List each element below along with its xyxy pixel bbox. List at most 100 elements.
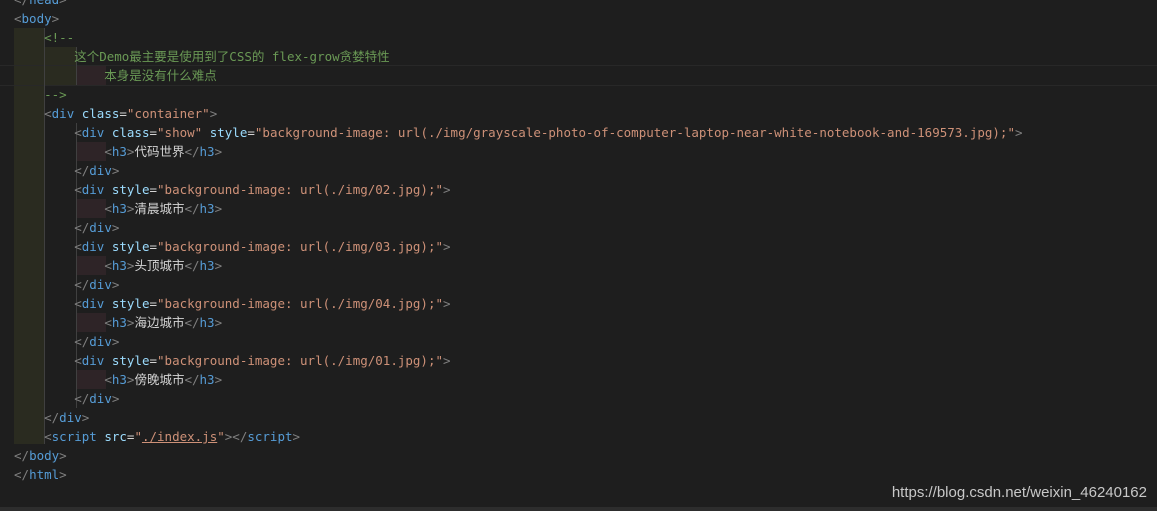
- code-line[interactable]: <div class="container">: [14, 104, 217, 123]
- code-token: h3: [111, 258, 127, 273]
- code-line[interactable]: </div>: [14, 408, 89, 427]
- code-line[interactable]: <body>: [14, 9, 59, 28]
- code-token: </: [14, 0, 29, 7]
- code-line[interactable]: </div>: [14, 389, 119, 408]
- code-token: style: [111, 353, 150, 368]
- code-token: >: [214, 144, 223, 159]
- code-token: h3: [199, 144, 215, 159]
- watermark-text: https://blog.csdn.net/weixin_46240162: [891, 484, 1147, 501]
- code-token: class: [81, 106, 120, 121]
- code-token: </: [14, 467, 30, 482]
- code-token: h3: [111, 372, 127, 387]
- code-token: <!--: [14, 30, 75, 45]
- code-token: </: [74, 163, 90, 178]
- code-token: script: [51, 429, 97, 444]
- code-token: h3: [199, 258, 215, 273]
- code-line[interactable]: <div style="background-image: url(./img/…: [14, 351, 451, 370]
- code-token: div: [81, 182, 105, 197]
- code-line[interactable]: <div style="background-image: url(./img/…: [14, 180, 451, 199]
- code-token: h3: [199, 201, 215, 216]
- code-token: <: [104, 372, 112, 387]
- code-token: </: [184, 315, 200, 330]
- code-token: <: [104, 144, 112, 159]
- code-line[interactable]: </html>: [14, 465, 67, 484]
- code-token: >: [111, 277, 120, 292]
- code-token: 傍晚城市: [134, 372, 185, 387]
- code-token: "background-image: url(./img/01.jpg);": [157, 353, 444, 368]
- code-line[interactable]: 这个Demo最主要是使用到了CSS的 flex-grow贪婪特性: [14, 47, 389, 66]
- code-token: </: [74, 334, 90, 349]
- code-token: =: [149, 239, 158, 254]
- code-token: h3: [111, 315, 127, 330]
- code-line[interactable]: </head>: [14, 0, 67, 9]
- code-token: >: [59, 448, 67, 463]
- code-line[interactable]: <div style="background-image: url(./img/…: [14, 294, 451, 313]
- code-line[interactable]: <h3>代码世界</h3>: [14, 142, 222, 161]
- code-token: </: [184, 201, 200, 216]
- code-token: "container": [126, 106, 210, 121]
- code-token: </: [74, 277, 90, 292]
- code-token: >: [214, 372, 223, 387]
- code-line[interactable]: 本身是没有什么难点: [14, 66, 217, 85]
- code-token: h3: [111, 201, 127, 216]
- code-token: <: [14, 11, 22, 26]
- code-token: </: [44, 410, 60, 425]
- code-token: >: [292, 429, 301, 444]
- code-token: </: [184, 144, 200, 159]
- code-token: >: [111, 163, 120, 178]
- code-token: >: [214, 201, 223, 216]
- code-line[interactable]: <h3>海边城市</h3>: [14, 313, 222, 332]
- code-token: h3: [111, 144, 127, 159]
- code-token: div: [89, 220, 112, 235]
- code-token: body: [21, 11, 52, 26]
- code-line[interactable]: <div class="show" style="background-imag…: [14, 123, 1023, 142]
- code-token: 本身是没有什么难点: [14, 68, 217, 83]
- code-token: =: [149, 296, 158, 311]
- code-line[interactable]: <!--: [14, 28, 74, 47]
- code-token: >: [1014, 125, 1023, 140]
- code-token: h3: [199, 372, 215, 387]
- code-line[interactable]: </div>: [14, 161, 119, 180]
- code-token: "background-image: url(./img/grayscale-p…: [254, 125, 1015, 140]
- code-line[interactable]: <h3>头顶城市</h3>: [14, 256, 222, 275]
- code-token: head: [29, 0, 59, 7]
- code-token: </: [184, 372, 200, 387]
- code-line[interactable]: </div>: [14, 275, 119, 294]
- code-token: </: [74, 391, 90, 406]
- code-line[interactable]: <h3>傍晚城市</h3>: [14, 370, 222, 389]
- code-line[interactable]: </div>: [14, 332, 119, 351]
- code-token: =: [149, 353, 158, 368]
- code-token: style: [209, 125, 248, 140]
- code-token: div: [89, 334, 112, 349]
- code-token: >: [443, 353, 451, 368]
- code-line[interactable]: -->: [14, 85, 67, 104]
- code-line[interactable]: </div>: [14, 218, 119, 237]
- code-line[interactable]: <div style="background-image: url(./img/…: [14, 237, 450, 256]
- code-token: "background-image: url(./img/03.jpg);": [157, 239, 444, 254]
- code-token: >: [443, 182, 451, 197]
- code-editor[interactable]: </head><body> <!-- 这个Demo最主要是使用到了CSS的 fl…: [0, 0, 1157, 511]
- code-line[interactable]: </body>: [14, 446, 67, 465]
- code-token: div: [51, 106, 75, 121]
- code-token: 清晨城市: [134, 201, 185, 216]
- code-line[interactable]: <script src="./index.js"></script>: [14, 427, 300, 446]
- code-token: =: [149, 182, 158, 197]
- code-token: >: [59, 467, 67, 482]
- code-line[interactable]: <h3>清晨城市</h3>: [14, 199, 222, 218]
- code-token: >: [443, 296, 451, 311]
- code-token: div: [81, 296, 105, 311]
